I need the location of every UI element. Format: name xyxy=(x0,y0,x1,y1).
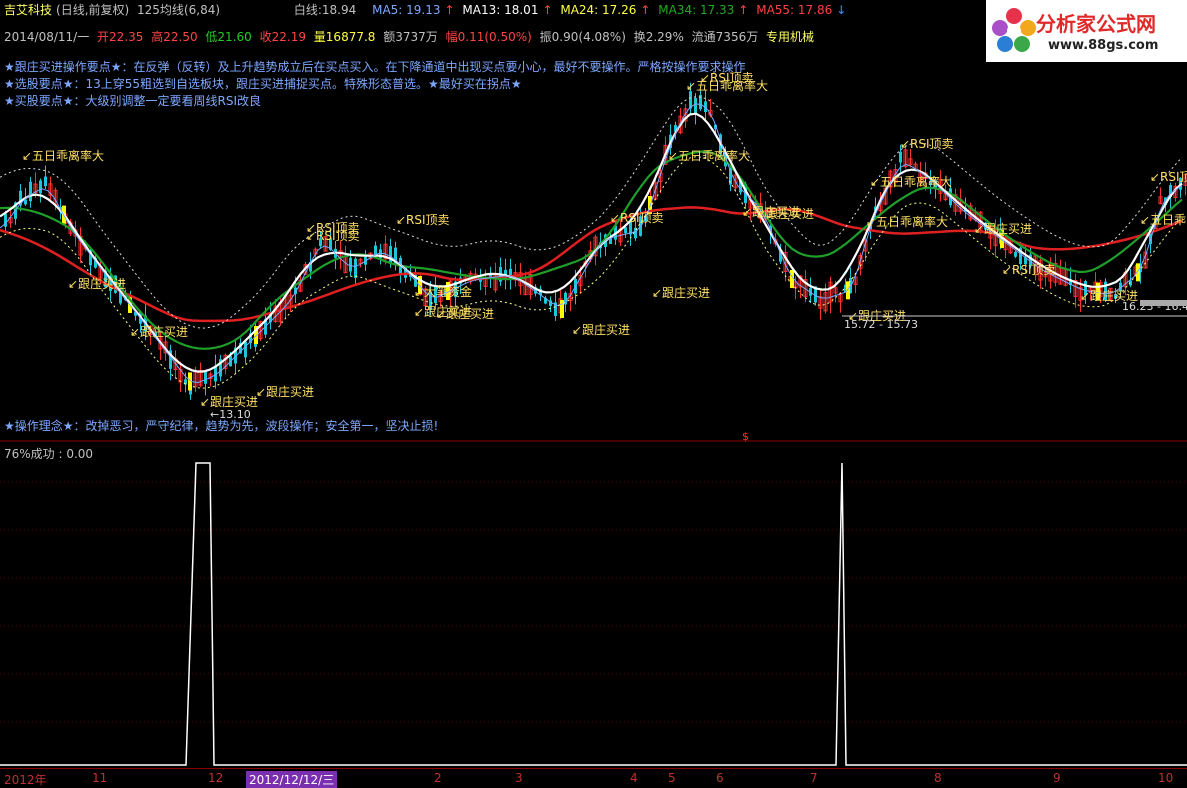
quote-open: 开22.35 xyxy=(97,30,144,44)
ma13-value: MA13: 18.01 xyxy=(462,3,539,17)
quote-volume: 量16877.8 xyxy=(313,30,376,44)
axis-label: 4 xyxy=(630,771,638,785)
quote-turnover: 换2.29% xyxy=(633,30,684,44)
signal-label: ↙RSI顶卖 xyxy=(610,211,664,225)
signal-label: ↙五日乖离率大 xyxy=(866,214,948,229)
axis-label: 3 xyxy=(515,771,523,785)
quote-amount: 额3737万 xyxy=(383,30,438,44)
header-bar: 吉艾科技 (日线,前复权) 125均线(6,84) 白线:18.94 MA5: 1… xyxy=(4,1,850,18)
quote-change: 幅0.11(0.50%) xyxy=(445,30,532,44)
signal-label: ↙RSI顶卖 xyxy=(900,137,954,151)
candle-body xyxy=(44,176,47,187)
baseline-value: 18.94 xyxy=(321,3,357,17)
axis-label: 9 xyxy=(1053,771,1061,785)
signal-label: ↙跟庄买进 xyxy=(414,304,472,319)
site-logo: 分析家公式网 www.88gs.com xyxy=(986,0,1187,62)
ma55-arrow: ↓ xyxy=(836,3,847,17)
signal-label: ↙跟庄买进 xyxy=(974,221,1032,236)
axis-label: 12 xyxy=(208,771,224,785)
ma55-value: MA55: 17.86 xyxy=(756,3,833,17)
ma5-value: MA5: 19.13 xyxy=(372,3,441,17)
signal-label: ↙跟庄买进 xyxy=(130,324,188,339)
quote-high: 高22.50 xyxy=(151,30,198,44)
ma24-arrow: ↑ xyxy=(640,3,651,17)
axis-label: 8 xyxy=(934,771,942,785)
ma34-value: MA34: 17.33 xyxy=(658,3,735,17)
signal-label: ↙RSI顶卖 xyxy=(306,229,360,243)
candle-body xyxy=(29,181,32,202)
signal-label: ↙RSI顶卖 xyxy=(1150,170,1187,184)
candle-body xyxy=(694,98,697,115)
signal-label: ↙五日乖离率大 xyxy=(870,174,952,189)
candle-body xyxy=(39,180,42,194)
baseline-label: 白线: xyxy=(293,3,322,17)
price-mark-label: 15.72 - 15.73 xyxy=(844,318,918,331)
axis-label: 6 xyxy=(716,771,724,785)
logo-brand: 分析家公式网 xyxy=(1036,12,1156,36)
scroll-marker xyxy=(1140,300,1187,306)
ma24-value: MA24: 17.26 xyxy=(560,3,637,17)
candle-body xyxy=(354,258,357,278)
lower-panel-label: 76%成功 : 0.00 xyxy=(4,447,94,461)
signal-label: ↙五日乖离率大 xyxy=(22,148,104,163)
candle-body xyxy=(624,227,627,234)
candle-body xyxy=(349,257,352,272)
axis-label: 7 xyxy=(810,771,818,785)
axis-label: 2012年 xyxy=(4,773,47,787)
time-axis[interactable]: 2012年 11 12 2012/12/12/三 2 3 4 5 6 7 8 9… xyxy=(0,768,1187,788)
signal-label: ↙跟庄买进 xyxy=(572,322,630,337)
candle-body xyxy=(24,199,27,205)
stock-name[interactable]: 吉艾科技 xyxy=(4,3,52,17)
flower-logo-icon xyxy=(992,8,1036,52)
ma34-arrow: ↑ xyxy=(738,3,749,17)
quote-float: 流通7356万 xyxy=(691,30,759,44)
success-signal-line xyxy=(0,462,1187,766)
signal-label: ↙跟庄买进 xyxy=(756,206,814,221)
note-buy-method: ★跟庄买进操作要点★：在反弹（反转）及上升趋势成立后在买点买入。在下降通道中出现… xyxy=(4,60,746,74)
signal-label: ↙RSI顶卖 xyxy=(1002,263,1056,277)
signal-label: ↙跟庄买进 xyxy=(200,394,258,409)
quote-bar: 2014/08/11/一 开22.35 高22.50 低21.60 收22.19… xyxy=(4,28,818,45)
ma5-arrow: ↑ xyxy=(444,3,455,17)
signal-label: ↙RSI顶卖 xyxy=(396,213,450,227)
axis-label: 2 xyxy=(434,771,442,785)
axis-cursor-date[interactable]: 2012/12/12/三 xyxy=(246,771,338,788)
axis-label: 5 xyxy=(668,771,676,785)
candle-body xyxy=(899,151,902,163)
candle-body xyxy=(244,341,247,358)
axis-label: 11 xyxy=(92,771,108,785)
upper-band-line xyxy=(0,96,1183,329)
signal-label: ↙五日乖 xyxy=(1140,213,1186,227)
candle-body xyxy=(374,245,377,255)
candlestick-series xyxy=(4,82,1187,400)
indicator-name: 125均线(6,84) xyxy=(137,3,221,17)
signal-label: ↙跟庄买进 xyxy=(652,285,710,300)
quote-date: 2014/08/11/一 xyxy=(4,30,90,44)
signal-label: ↙大笔资金 xyxy=(414,284,472,299)
note-philosophy: ★操作理念★：改掉恶习，严守纪律，趋势为先，波段操作；安全第一，坚决止损! xyxy=(4,419,439,433)
candle-body xyxy=(1014,251,1017,257)
dollar-marker: $ xyxy=(742,430,749,443)
note-stock-selection: ★选股要点★：13上穿55粗选到自选板块，跟庄买进捕捉买点。特殊形态普选。★最好… xyxy=(4,77,522,91)
axis-label: 10 xyxy=(1158,771,1174,785)
note-buy-tips: ★买股要点★：大级别调整一定要看周线RSI改良 xyxy=(4,94,262,108)
period-info: (日线,前复权) xyxy=(56,3,130,17)
quote-sector: 专用机械 xyxy=(766,30,815,44)
quote-amplitude: 振0.90(4.08%) xyxy=(539,30,626,44)
chart-canvas[interactable]: ↙五日乖离率大↙跟庄买进↙跟庄买进↙跟庄买进↙RSI顶卖↙RSI顶卖↙RSI顶卖… xyxy=(0,0,1187,787)
signal-label: ↙五日乖离率大 xyxy=(668,148,750,163)
signal-label: ↙跟庄买进 xyxy=(68,276,126,291)
quote-close: 收22.19 xyxy=(259,30,306,44)
logo-url: www.88gs.com xyxy=(1048,38,1159,53)
signal-label: ↙跟庄买进 xyxy=(256,384,314,399)
candle-body xyxy=(204,371,207,384)
quote-low: 低21.60 xyxy=(205,30,252,44)
ma13-arrow: ↑ xyxy=(542,3,553,17)
